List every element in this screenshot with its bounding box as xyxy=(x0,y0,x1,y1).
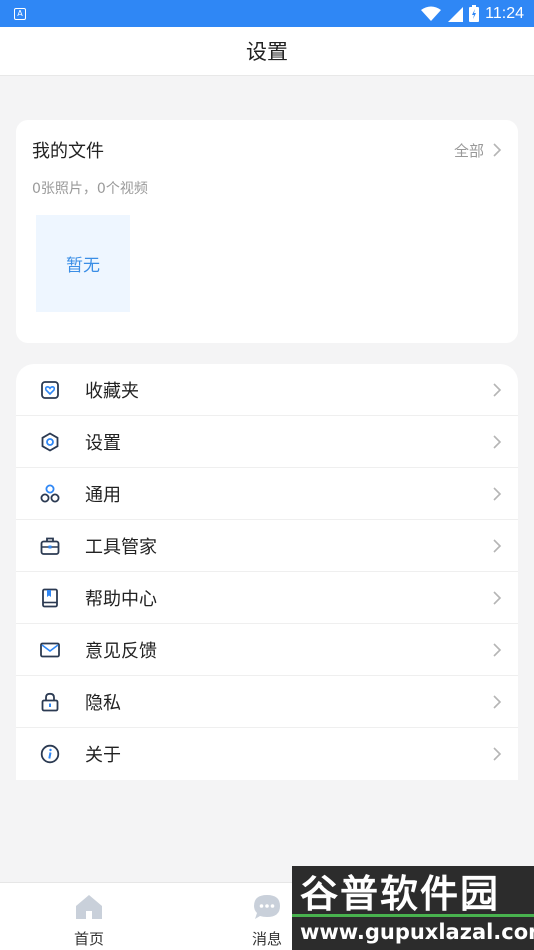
chevron-right-icon xyxy=(493,486,502,501)
menu-item-about[interactable]: 关于 xyxy=(16,728,518,780)
my-files-card: 我的文件 全部 0张照片，0个视频 暂无 xyxy=(16,120,518,343)
nav-label: 首页 xyxy=(73,930,104,948)
files-summary: 0张照片，0个视频 xyxy=(32,181,148,197)
menu-item-label: 关于 xyxy=(85,745,121,766)
menu-item-label: 帮助中心 xyxy=(85,588,157,610)
nav-label: 消息 xyxy=(251,930,282,948)
view-all-label: 全部 xyxy=(453,141,484,160)
watermark-url: www.gupuxlazal.com xyxy=(300,920,534,944)
chat-icon xyxy=(252,893,282,921)
chevron-right-icon xyxy=(493,694,502,709)
menu-item-toolbox[interactable]: 工具管家 xyxy=(16,520,518,572)
chevron-right-icon xyxy=(493,434,502,449)
menu-item-label: 意见反馈 xyxy=(85,640,157,662)
empty-label: 暂无 xyxy=(66,256,100,276)
view-all-button[interactable]: 全部 xyxy=(454,140,502,161)
nav-tab-home[interactable]: 首页 xyxy=(34,883,144,950)
chevron-right-icon xyxy=(493,538,502,553)
chevron-right-icon xyxy=(493,590,502,605)
home-icon xyxy=(74,893,104,921)
chevron-right-icon xyxy=(493,143,502,157)
signal-icon xyxy=(448,6,464,22)
lock-icon xyxy=(40,692,60,712)
chevron-right-icon xyxy=(493,642,502,657)
toolbox-icon xyxy=(40,536,60,556)
chevron-right-icon xyxy=(493,382,502,397)
menu-item-label: 工具管家 xyxy=(85,536,157,558)
page-title: 设置 xyxy=(246,40,288,64)
favorites-icon xyxy=(40,380,60,400)
my-files-title: 我的文件 xyxy=(32,141,104,162)
mail-icon xyxy=(40,640,60,660)
book-icon xyxy=(40,588,60,608)
menu-item-label: 收藏夹 xyxy=(85,380,139,402)
app-notification-icon: A xyxy=(14,7,26,20)
status-right: 11:24 xyxy=(421,5,524,23)
my-files-header: 我的文件 全部 xyxy=(32,136,502,164)
status-bar: A 11:24 xyxy=(0,0,534,27)
wifi-icon xyxy=(421,6,442,21)
watermark-logo: 谷普软件园 xyxy=(300,872,501,916)
general-icon xyxy=(40,484,60,504)
settings-hex-icon xyxy=(40,431,60,452)
status-time: 11:24 xyxy=(485,4,524,22)
status-left: A xyxy=(14,7,26,20)
menu-item-settings[interactable]: 设置 xyxy=(16,416,518,468)
menu-item-favorites[interactable]: 收藏夹 xyxy=(16,364,518,416)
watermark: 谷普软件园 www.gupuxlazal.com xyxy=(292,866,534,950)
menu-item-feedback[interactable]: 意见反馈 xyxy=(16,624,518,676)
battery-icon xyxy=(469,5,480,22)
menu-item-general[interactable]: 通用 xyxy=(16,468,518,520)
chevron-right-icon xyxy=(493,747,502,761)
menu-item-label: 设置 xyxy=(85,432,121,454)
menu-item-label: 通用 xyxy=(85,484,121,506)
menu-item-help-center[interactable]: 帮助中心 xyxy=(16,572,518,624)
menu-list: 收藏夹 设置 通用 工具管家 帮助中心 意见反馈 隐私 关于 xyxy=(16,364,518,780)
menu-item-label: 隐私 xyxy=(85,692,121,714)
empty-placeholder: 暂无 xyxy=(36,215,130,312)
title-bar: 设置 xyxy=(0,27,534,76)
info-icon xyxy=(40,744,60,764)
menu-item-privacy[interactable]: 隐私 xyxy=(16,676,518,728)
